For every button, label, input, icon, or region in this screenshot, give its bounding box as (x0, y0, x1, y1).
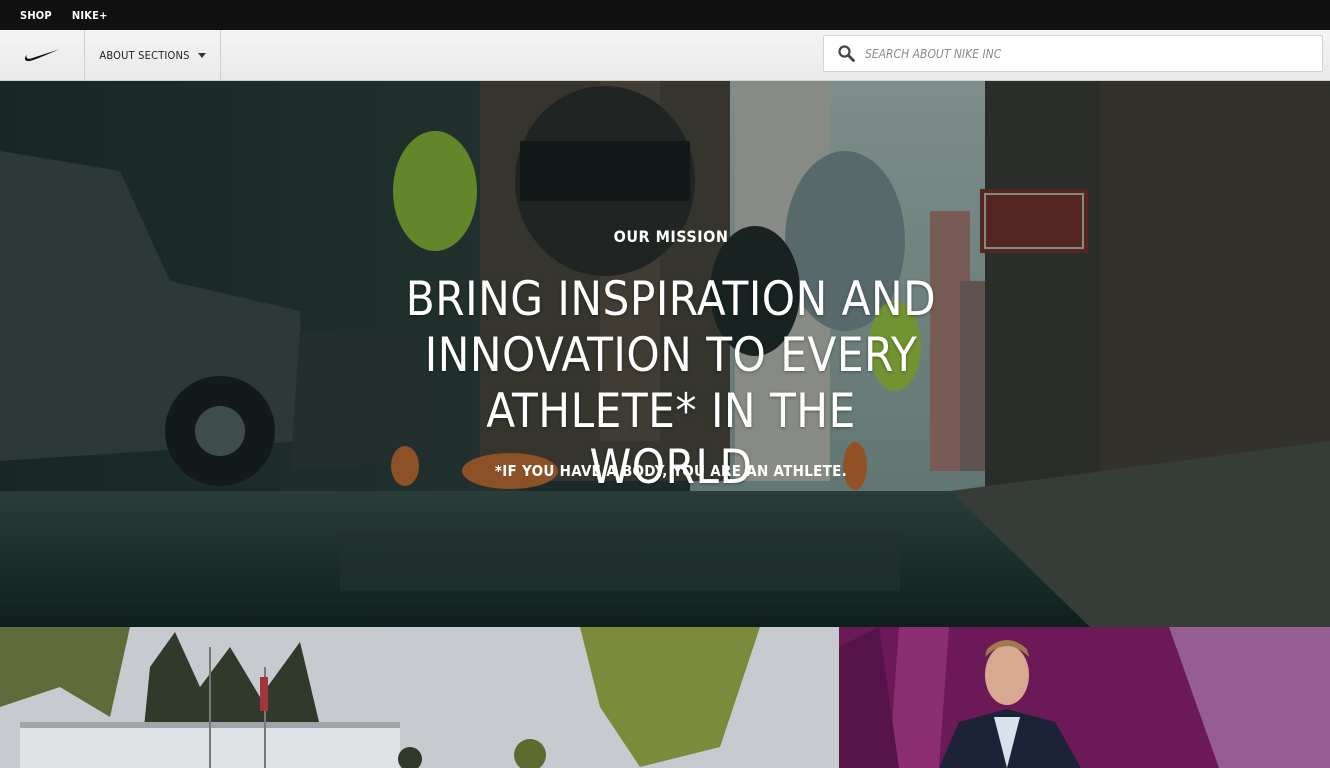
mission-kicker: OUR MISSION (613, 227, 729, 246)
nike-swoosh-icon (24, 49, 60, 62)
campus-tile[interactable] (0, 627, 839, 768)
about-sections-dropdown[interactable]: ABOUT SECTIONS (85, 30, 221, 80)
search-box[interactable] (823, 35, 1323, 72)
mission-footnote: *IF YOU HAVE A BODY, YOU ARE AN ATHLETE. (494, 462, 848, 480)
shop-link[interactable]: SHOP (20, 9, 52, 22)
nike-plus-link[interactable]: NIKE+ (72, 9, 108, 22)
chevron-down-icon (197, 52, 206, 58)
main-nav: ABOUT SECTIONS (0, 30, 1330, 81)
hero-banner: OUR MISSION BRING INSPIRATION AND INNOVA… (0, 81, 1330, 627)
campus-photo (0, 627, 839, 768)
about-sections-label: ABOUT SECTIONS (99, 48, 190, 62)
ceo-photo (839, 627, 1330, 768)
utility-bar: SHOP NIKE+ (0, 0, 1330, 30)
search-icon (838, 45, 855, 62)
search-input[interactable] (865, 46, 1305, 61)
logo-link[interactable] (0, 30, 85, 80)
ceo-tile[interactable] (839, 627, 1330, 768)
mission-statement: OUR MISSION BRING INSPIRATION AND INNOVA… (0, 81, 1330, 627)
